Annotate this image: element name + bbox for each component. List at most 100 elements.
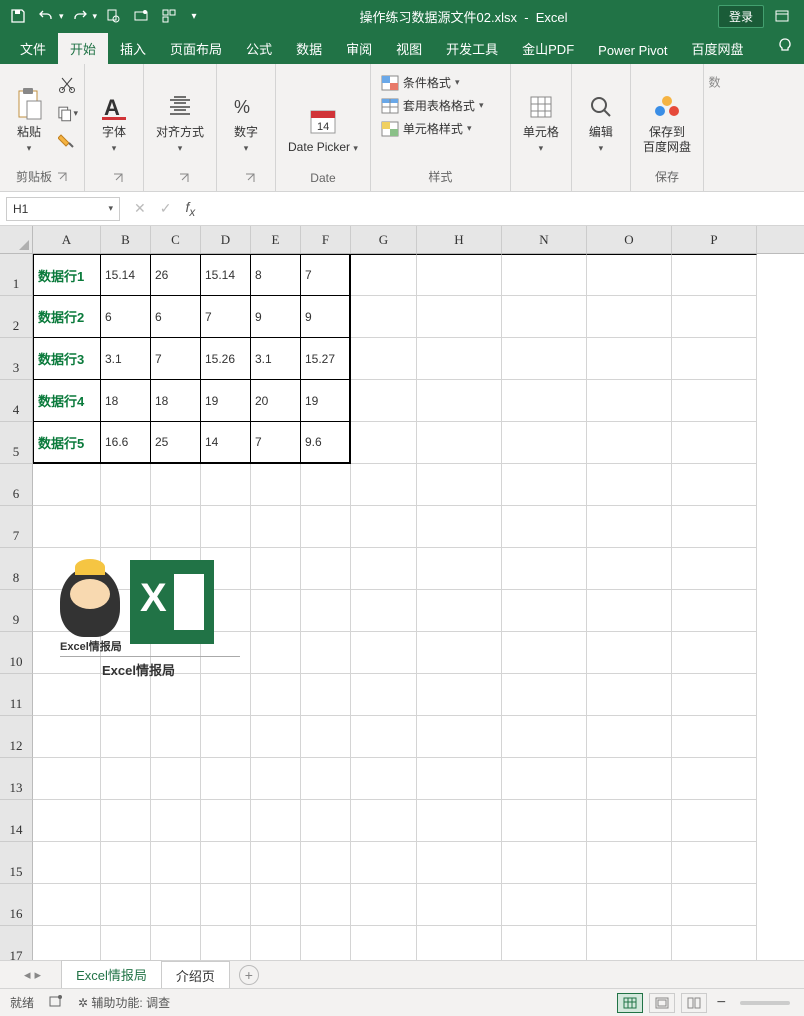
cell-C17[interactable]: [151, 926, 201, 960]
cell-C13[interactable]: [151, 758, 201, 800]
cell-F9[interactable]: [301, 590, 351, 632]
cell-G5[interactable]: [351, 422, 417, 464]
cell-G11[interactable]: [351, 674, 417, 716]
cell-H14[interactable]: [417, 800, 502, 842]
cell-G9[interactable]: [351, 590, 417, 632]
cell-O12[interactable]: [587, 716, 672, 758]
cell-H5[interactable]: [417, 422, 502, 464]
cell-D15[interactable]: [201, 842, 251, 884]
cell-N7[interactable]: [502, 506, 587, 548]
col-header-N[interactable]: N: [502, 226, 587, 253]
cell-C3[interactable]: 7: [151, 338, 201, 380]
cell-C16[interactable]: [151, 884, 201, 926]
cell-D16[interactable]: [201, 884, 251, 926]
cell-H12[interactable]: [417, 716, 502, 758]
cell-E4[interactable]: 20: [251, 380, 301, 422]
row-header-6[interactable]: 6: [0, 464, 33, 506]
cell-D3[interactable]: 15.26: [201, 338, 251, 380]
cell-B3[interactable]: 3.1: [101, 338, 151, 380]
cell-C1[interactable]: 26: [151, 254, 201, 296]
number-button[interactable]: %数字▾: [223, 68, 269, 158]
cell-H4[interactable]: [417, 380, 502, 422]
col-header-O[interactable]: O: [587, 226, 672, 253]
cell-C11[interactable]: [151, 674, 201, 716]
cell-O4[interactable]: [587, 380, 672, 422]
cells-button[interactable]: 单元格▾: [517, 68, 565, 158]
cell-A13[interactable]: [33, 758, 101, 800]
cell-D5[interactable]: 14: [201, 422, 251, 464]
cell-N1[interactable]: [502, 254, 587, 296]
row-header-5[interactable]: 5: [0, 422, 33, 464]
cell-C15[interactable]: [151, 842, 201, 884]
cell-A3[interactable]: 数据行3: [33, 338, 101, 380]
cell-N6[interactable]: [502, 464, 587, 506]
cell-E6[interactable]: [251, 464, 301, 506]
tab-view[interactable]: 视图: [384, 33, 434, 64]
cell-G14[interactable]: [351, 800, 417, 842]
cell-N3[interactable]: [502, 338, 587, 380]
cell-E12[interactable]: [251, 716, 301, 758]
cell-F8[interactable]: [301, 548, 351, 590]
cell-P4[interactable]: [672, 380, 757, 422]
cell-B7[interactable]: [101, 506, 151, 548]
col-header-A[interactable]: A: [33, 226, 101, 253]
cell-D1[interactable]: 15.14: [201, 254, 251, 296]
cell-O8[interactable]: [587, 548, 672, 590]
cell-B13[interactable]: [101, 758, 151, 800]
cell-G7[interactable]: [351, 506, 417, 548]
select-all-corner[interactable]: [0, 226, 33, 253]
cell-D17[interactable]: [201, 926, 251, 960]
col-header-D[interactable]: D: [201, 226, 251, 253]
row-header-1[interactable]: 1: [0, 254, 33, 296]
tell-me-icon[interactable]: [766, 31, 804, 64]
cell-H1[interactable]: [417, 254, 502, 296]
view-normal-icon[interactable]: [617, 993, 643, 1013]
cell-N2[interactable]: [502, 296, 587, 338]
save-icon[interactable]: [6, 4, 30, 28]
align-button[interactable]: 对齐方式▾: [150, 68, 210, 158]
cell-E15[interactable]: [251, 842, 301, 884]
cell-A15[interactable]: [33, 842, 101, 884]
cell-H3[interactable]: [417, 338, 502, 380]
cell-N12[interactable]: [502, 716, 587, 758]
row-header-10[interactable]: 10: [0, 632, 33, 674]
cell-N8[interactable]: [502, 548, 587, 590]
cell-D13[interactable]: [201, 758, 251, 800]
cell-P10[interactable]: [672, 632, 757, 674]
tab-pivot[interactable]: Power Pivot: [586, 37, 679, 64]
sheet-tab-1[interactable]: Excel情报局: [61, 960, 162, 990]
cell-G16[interactable]: [351, 884, 417, 926]
cell-B6[interactable]: [101, 464, 151, 506]
undo-dropdown[interactable]: ▾: [59, 11, 64, 22]
tab-review[interactable]: 审阅: [334, 33, 384, 64]
cell-E14[interactable]: [251, 800, 301, 842]
cell-B15[interactable]: [101, 842, 151, 884]
tab-baidu[interactable]: 百度网盘: [680, 33, 756, 64]
align-launcher-icon[interactable]: [178, 172, 190, 184]
cell-H10[interactable]: [417, 632, 502, 674]
cell-H16[interactable]: [417, 884, 502, 926]
cell-E9[interactable]: [251, 590, 301, 632]
ribbon-display-icon[interactable]: [770, 4, 794, 28]
paste-button[interactable]: 粘贴▾: [6, 68, 52, 158]
cell-B17[interactable]: [101, 926, 151, 960]
cell-O13[interactable]: [587, 758, 672, 800]
cell-D7[interactable]: [201, 506, 251, 548]
cell-F5[interactable]: 9.6: [301, 422, 351, 464]
cell-C5[interactable]: 25: [151, 422, 201, 464]
cell-D4[interactable]: 19: [201, 380, 251, 422]
cell-E1[interactable]: 8: [251, 254, 301, 296]
row-header-12[interactable]: 12: [0, 716, 33, 758]
cell-E11[interactable]: [251, 674, 301, 716]
cell-G10[interactable]: [351, 632, 417, 674]
cell-D2[interactable]: 7: [201, 296, 251, 338]
cell-F4[interactable]: 19: [301, 380, 351, 422]
cell-E7[interactable]: [251, 506, 301, 548]
cell-O3[interactable]: [587, 338, 672, 380]
tab-formula[interactable]: 公式: [234, 33, 284, 64]
cell-F15[interactable]: [301, 842, 351, 884]
cell-G12[interactable]: [351, 716, 417, 758]
cell-P1[interactable]: [672, 254, 757, 296]
cell-F2[interactable]: 9: [301, 296, 351, 338]
cell-P13[interactable]: [672, 758, 757, 800]
